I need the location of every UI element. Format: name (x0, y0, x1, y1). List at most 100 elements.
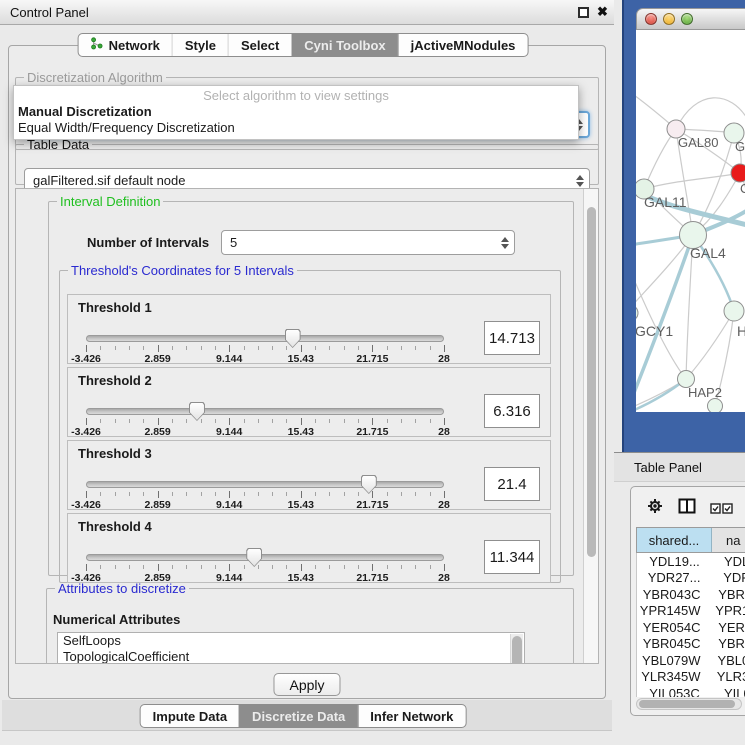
network-graph[interactable]: GAL80GACGAL11GAL4GCY1HHAP2 (636, 30, 745, 412)
table-row[interactable]: YLR345WYLR345W (637, 669, 745, 686)
threshold-slider[interactable]: -3.4262.8599.14415.4321.71528 (86, 475, 444, 509)
node-label: H (737, 323, 745, 339)
network-node[interactable] (731, 164, 745, 182)
window-minimize-icon[interactable] (663, 13, 675, 25)
tick-mark (229, 491, 230, 498)
tab-select[interactable]: Select (228, 34, 291, 56)
column-header-shared-name[interactable]: shared... (637, 528, 712, 552)
threshold-value-field[interactable]: 21.4 (484, 467, 540, 501)
attribute-item-selfloops[interactable]: SelfLoops (58, 633, 524, 649)
tick-mark (444, 345, 445, 352)
threshold-slider[interactable]: -3.4262.8599.14415.4321.71528 (86, 548, 444, 582)
list-scrollbar-thumb[interactable] (512, 636, 522, 664)
cell-name: YLR345W (705, 669, 745, 684)
tick-mark (301, 418, 302, 425)
list-scrollbar[interactable] (510, 634, 523, 664)
tick-mark (415, 419, 416, 423)
node-label: C (740, 181, 745, 196)
table-row[interactable]: YIL053CYIL053C (637, 685, 745, 697)
table-panel-titlebar: Table Panel (614, 452, 745, 482)
cell-shared-name: YPR145W (637, 603, 703, 618)
window-zoom-icon[interactable] (681, 13, 693, 25)
dropdown-item-manual-discretization[interactable]: Manual Discretization (14, 104, 578, 120)
network-edge[interactable] (686, 311, 734, 379)
threshold-value-field[interactable]: 11.344 (484, 540, 540, 574)
float-panel-icon[interactable] (578, 7, 589, 18)
tick-mark (158, 564, 159, 571)
slider-track[interactable] (86, 408, 444, 415)
tab-cyni-toolbox[interactable]: Cyni Toolbox (291, 34, 397, 56)
table-row[interactable]: YDR27...YDR27... (637, 570, 745, 587)
threshold-slider[interactable]: -3.4262.8599.14415.4321.71528 (86, 402, 444, 436)
tick-mark (387, 492, 388, 496)
tab-discretize-data[interactable]: Discretize Data (239, 705, 357, 727)
table-row[interactable]: YPR145WYPR145W (637, 603, 745, 620)
network-node[interactable] (708, 399, 723, 413)
window-close-icon[interactable] (645, 13, 657, 25)
slider-tick-labels: -3.4262.8599.14415.4321.71528 (86, 353, 444, 365)
select-all-columns-icon[interactable] (710, 501, 734, 519)
tick-mark (172, 346, 173, 350)
cell-shared-name: YBR045C (637, 636, 706, 651)
tab-impute-data[interactable]: Impute Data (141, 705, 239, 727)
table-hscrollbar[interactable] (636, 698, 742, 710)
combo-stepper-icon[interactable] (576, 175, 589, 187)
attribute-item-topologicalcoefficient[interactable]: TopologicalCoefficient (58, 649, 524, 664)
threshold-panel-1: Threshold 1-3.4262.8599.14415.4321.71528… (67, 294, 551, 364)
panel-scrollbar-thumb[interactable] (587, 207, 596, 557)
dropdown-placeholder-item[interactable]: Select algorithm to view settings (14, 88, 578, 104)
threshold-value-field[interactable]: 14.713 (484, 321, 540, 355)
tick-mark (143, 419, 144, 423)
slider-tick-labels: -3.4262.8599.14415.4321.71528 (86, 426, 444, 438)
close-panel-icon[interactable]: ✖ (597, 4, 608, 20)
slider-track[interactable] (86, 335, 444, 342)
tick-mark (244, 492, 245, 496)
cell-shared-name: YER054C (637, 620, 706, 635)
slider-track[interactable] (86, 481, 444, 488)
tick-mark (244, 346, 245, 350)
table-row[interactable]: YER054CYER054C (637, 619, 745, 636)
network-node[interactable] (636, 305, 638, 321)
tick-mark (272, 346, 273, 350)
table-row[interactable]: YBL079WYBL079W (637, 652, 745, 669)
apply-button[interactable]: Apply (273, 673, 340, 696)
control-panel: Control Panel ✖ NetworkStyleSelectCyni T… (0, 0, 614, 745)
panel-scrollbar[interactable] (583, 189, 598, 663)
thresholds-group: Threshold's Coordinates for 5 Intervals … (59, 263, 561, 583)
table-row[interactable]: YBR043CYBR043C (637, 586, 745, 603)
threshold-value-field[interactable]: 6.316 (484, 394, 540, 428)
tick-mark (444, 418, 445, 425)
network-node[interactable] (724, 301, 744, 321)
settings-gear-icon[interactable] (647, 498, 663, 519)
tick-mark (158, 491, 159, 498)
slider-ticks (86, 491, 444, 499)
tick-mark (215, 419, 216, 423)
show-columns-icon[interactable] (678, 498, 696, 519)
table-row[interactable]: YDL19...YDL19... (637, 553, 745, 570)
tick-mark (372, 345, 373, 352)
network-canvas[interactable]: GAL80GACGAL11GAL4GCY1HHAP2 (636, 30, 745, 412)
tab-jactivemnodules[interactable]: jActiveMNodules (398, 34, 528, 56)
threshold-slider[interactable]: -3.4262.8599.14415.4321.71528 (86, 329, 444, 363)
table-toolbar (631, 487, 745, 525)
slider-ticks (86, 345, 444, 353)
tick-label: 2.859 (144, 499, 170, 511)
numerical-attributes-list[interactable]: SelfLoopsTopologicalCoefficientBetweenne… (57, 632, 525, 664)
network-window-titlebar[interactable] (636, 8, 745, 30)
tick-mark (344, 419, 345, 423)
column-header-name[interactable]: na (712, 528, 745, 552)
table-row[interactable]: YBR045CYBR045C (637, 636, 745, 653)
algorithm-dropdown-popup: Select algorithm to view settings Manual… (13, 85, 579, 140)
number-of-intervals-combobox[interactable]: 5 (221, 230, 515, 255)
dropdown-item-equal-width-frequency[interactable]: Equal Width/Frequency Discretization (14, 120, 578, 136)
tick-label: 15.43 (288, 426, 314, 438)
slider-track[interactable] (86, 554, 444, 561)
tick-mark (415, 565, 416, 569)
tick-mark (115, 419, 116, 423)
tab-style[interactable]: Style (172, 34, 228, 56)
table-hscrollbar-thumb[interactable] (639, 700, 735, 708)
combo-stepper-icon[interactable] (501, 237, 514, 249)
tab-infer-network[interactable]: Infer Network (357, 705, 465, 727)
network-edge[interactable] (644, 173, 740, 189)
tab-network[interactable]: Network (79, 34, 172, 56)
